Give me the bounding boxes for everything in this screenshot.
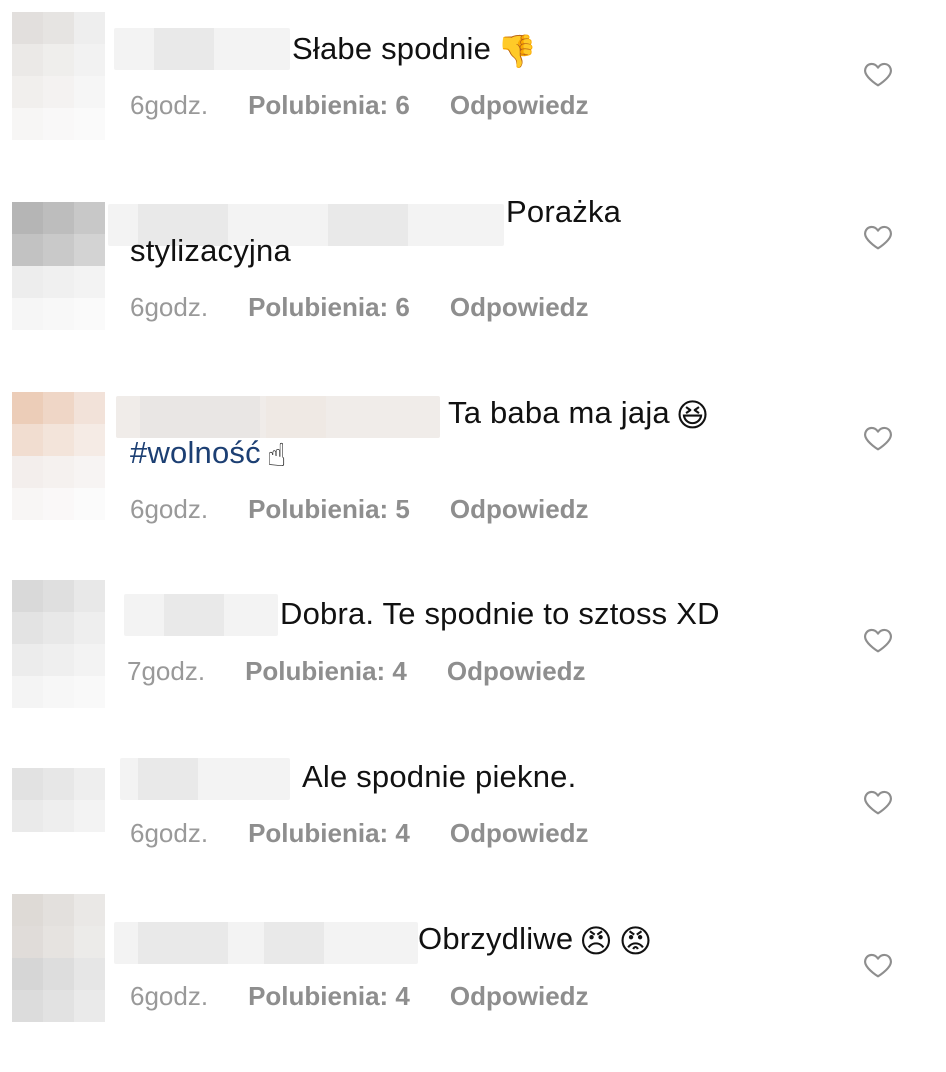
avatar[interactable] [12, 392, 106, 520]
likes-count[interactable]: Polubienia: 4 [248, 818, 410, 848]
avatar[interactable] [12, 894, 106, 1022]
comment-meta: 6godz. Polubienia: 6 Odpowiedz [130, 292, 589, 322]
comment-body-continued: stylizacyjna [130, 233, 291, 268]
grinning-squinting-face-icon: 😆 [675, 396, 710, 434]
username-redacted[interactable] [124, 594, 278, 636]
reply-button[interactable]: Odpowiedz [450, 90, 589, 120]
avatar[interactable] [12, 12, 106, 140]
comment-time: 6godz. [130, 494, 209, 524]
thumbs-down-icon: 👎 [497, 32, 538, 70]
comment-time: 6godz. [130, 818, 209, 848]
reply-button[interactable]: Odpowiedz [447, 656, 586, 686]
pouting-face-icon: 😡 [618, 922, 653, 960]
comment-text: Dobra. Te spodnie to sztoss XD [280, 595, 720, 633]
heart-icon[interactable] [862, 624, 894, 656]
username-redacted[interactable] [114, 28, 290, 70]
heart-icon[interactable] [862, 786, 894, 818]
reply-button[interactable]: Odpowiedz [450, 818, 589, 848]
comment-body: Dobra. Te spodnie to sztoss XD [280, 596, 720, 631]
hashtag-link[interactable]: #wolność [130, 435, 261, 470]
comment-time: 6godz. [130, 292, 209, 322]
likes-count[interactable]: Polubienia: 6 [248, 90, 410, 120]
comment-text: Słabe spodnie 👎 [292, 30, 537, 68]
likes-count[interactable]: Polubienia: 6 [248, 292, 410, 322]
comment-text: Porażka [506, 193, 621, 231]
likes-count[interactable]: Polubienia: 5 [248, 494, 410, 524]
comment-text: Ale spodnie piekne. [302, 758, 576, 796]
comment-meta: 7godz. Polubienia: 4 Odpowiedz [127, 656, 586, 686]
index-pointing-up-icon: ☝ [266, 436, 287, 474]
reply-button[interactable]: Odpowiedz [450, 292, 589, 322]
comment-text: Ta baba ma jaja 😆 [448, 394, 709, 432]
reply-button[interactable]: Odpowiedz [450, 981, 589, 1011]
comment-text-continued: stylizacyjna [130, 232, 291, 270]
comment-time: 7godz. [127, 656, 206, 686]
heart-icon[interactable] [862, 58, 894, 90]
heart-icon[interactable] [862, 422, 894, 454]
heart-icon[interactable] [862, 221, 894, 253]
comment-body: Słabe spodnie [292, 31, 492, 66]
avatar[interactable] [12, 768, 106, 832]
comment-body: Obrzydliwe [418, 921, 574, 956]
reply-button[interactable]: Odpowiedz [450, 494, 589, 524]
username-redacted[interactable] [116, 396, 440, 438]
avatar[interactable] [12, 580, 106, 708]
likes-count[interactable]: Polubienia: 4 [245, 656, 407, 686]
comment-body: Ta baba ma jaja [448, 395, 670, 430]
comment-time: 6godz. [130, 981, 209, 1011]
comment-meta: 6godz. Polubienia: 4 Odpowiedz [130, 818, 589, 848]
comment-time: 6godz. [130, 90, 209, 120]
comment-body: Porażka [506, 194, 622, 229]
likes-count[interactable]: Polubienia: 4 [248, 981, 410, 1011]
angry-face-icon: 😠 [579, 922, 613, 960]
comment-meta: 6godz. Polubienia: 5 Odpowiedz [130, 494, 589, 524]
comment-meta: 6godz. Polubienia: 6 Odpowiedz [130, 90, 589, 120]
comment-body: Ale spodnie piekne. [302, 759, 577, 794]
comment-text-continued: #wolność ☝ [130, 434, 287, 472]
heart-icon[interactable] [862, 949, 894, 981]
comment-meta: 6godz. Polubienia: 4 Odpowiedz [130, 981, 589, 1011]
username-redacted[interactable] [114, 922, 418, 964]
username-redacted[interactable] [120, 758, 290, 800]
avatar[interactable] [12, 202, 106, 330]
comment-text: Obrzydliwe 😠 😡 [418, 920, 652, 958]
